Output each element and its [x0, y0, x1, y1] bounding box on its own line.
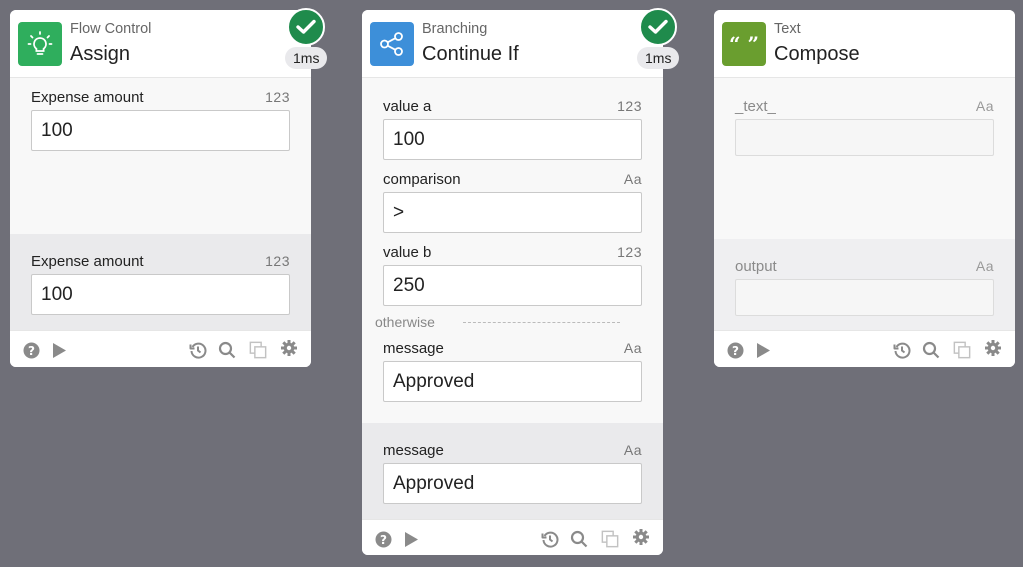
play-icon[interactable] — [50, 341, 68, 359]
lightbulb-icon — [18, 22, 62, 66]
play-icon[interactable] — [402, 530, 420, 548]
field-label: output — [735, 257, 777, 275]
field-row: _text_ Aa — [735, 96, 994, 116]
history-icon[interactable] — [893, 341, 911, 359]
field-label: message — [383, 441, 444, 459]
text-type-indicator: Aa — [623, 171, 642, 187]
expense-amount-output[interactable]: 100 — [31, 274, 290, 315]
message-input[interactable]: Approved — [383, 361, 642, 402]
help-icon[interactable]: ? — [726, 341, 744, 359]
field-label: value a — [383, 97, 432, 115]
card-footer: ? — [362, 519, 663, 555]
inputs-section: Expense amount 123 100 — [10, 78, 311, 234]
value-b-input[interactable]: 250 — [383, 265, 642, 306]
step-title: Assign — [70, 43, 131, 65]
card-header: Flow Control Assign — [10, 10, 311, 78]
text-input[interactable] — [735, 119, 994, 156]
outputs-section: Expense amount 123 100 — [10, 234, 311, 330]
value-a-input[interactable]: 100 — [383, 119, 642, 160]
output-field[interactable] — [735, 279, 994, 316]
step-category: Branching — [422, 21, 488, 37]
card-footer: ? — [714, 330, 1015, 367]
play-icon[interactable] — [754, 341, 772, 359]
help-icon[interactable]: ? — [374, 530, 392, 548]
help-icon[interactable]: ? — [22, 341, 40, 359]
success-check-icon — [287, 8, 325, 46]
copy-icon[interactable] — [601, 530, 619, 548]
compose-step-card[interactable]: “ ” Text Compose _text_ Aa output Aa ? — [714, 10, 1015, 367]
gear-icon[interactable] — [280, 339, 298, 357]
duration-badge: 1ms — [285, 47, 328, 69]
message-output[interactable]: Approved — [383, 463, 642, 504]
field-row: Expense amount 123 — [31, 251, 290, 271]
step-title: Compose — [774, 43, 860, 65]
duration-badge: 1ms — [637, 47, 680, 69]
step-title: Continue If — [422, 43, 519, 65]
field-label: comparison — [383, 170, 461, 188]
text-type-indicator: Aa — [623, 340, 642, 356]
svg-text:?: ? — [380, 533, 387, 547]
field-row: Expense amount 123 — [31, 87, 290, 107]
inputs-section: _text_ Aa — [714, 78, 1015, 239]
outputs-section: output Aa — [714, 239, 1015, 330]
otherwise-divider: otherwise — [375, 312, 650, 334]
field-label: message — [383, 339, 444, 357]
search-icon[interactable] — [218, 341, 236, 359]
comparison-input[interactable]: > — [383, 192, 642, 233]
field-label: value b — [383, 243, 432, 261]
text-type-indicator: Aa — [975, 258, 994, 274]
quote-glyph: “ ” — [729, 32, 759, 56]
inputs-section: value a 123 100 comparison Aa > value b … — [362, 78, 663, 423]
text-type-indicator: Aa — [623, 442, 642, 458]
field-row: comparison Aa — [383, 169, 642, 189]
field-row: message Aa — [383, 440, 642, 460]
continue-if-step-card[interactable]: Branching Continue If value a 123 100 co… — [362, 10, 663, 555]
field-row: value b 123 — [383, 242, 642, 262]
history-icon[interactable] — [189, 341, 207, 359]
field-label: Expense amount — [31, 252, 144, 270]
quote-icon: “ ” — [722, 22, 766, 66]
field-row: value a 123 — [383, 96, 642, 116]
expense-amount-input[interactable]: 100 — [31, 110, 290, 151]
card-header: Branching Continue If — [362, 10, 663, 78]
dashed-separator — [463, 322, 620, 323]
copy-icon[interactable] — [249, 341, 267, 359]
svg-text:?: ? — [732, 344, 739, 358]
field-label: Expense amount — [31, 88, 144, 106]
number-type-indicator: 123 — [617, 98, 642, 114]
card-header: “ ” Text Compose — [714, 10, 1015, 78]
field-row: message Aa — [383, 338, 642, 358]
card-footer: ? — [10, 330, 311, 367]
text-type-indicator: Aa — [975, 98, 994, 114]
history-icon[interactable] — [541, 530, 559, 548]
assign-step-card[interactable]: Flow Control Assign Expense amount 123 1… — [10, 10, 311, 367]
otherwise-label: otherwise — [375, 314, 445, 330]
success-check-icon — [639, 8, 677, 46]
search-icon[interactable] — [922, 341, 940, 359]
copy-icon[interactable] — [953, 341, 971, 359]
field-row: output Aa — [735, 256, 994, 276]
search-icon[interactable] — [570, 530, 588, 548]
number-type-indicator: 123 — [265, 253, 290, 269]
step-category: Flow Control — [70, 21, 152, 37]
field-label: _text_ — [735, 97, 776, 115]
share-nodes-icon — [370, 22, 414, 66]
gear-icon[interactable] — [984, 339, 1002, 357]
gear-icon[interactable] — [632, 528, 650, 546]
number-type-indicator: 123 — [265, 89, 290, 105]
svg-text:?: ? — [28, 344, 35, 358]
number-type-indicator: 123 — [617, 244, 642, 260]
outputs-section: message Aa Approved — [362, 423, 663, 519]
step-category: Text — [774, 21, 801, 37]
